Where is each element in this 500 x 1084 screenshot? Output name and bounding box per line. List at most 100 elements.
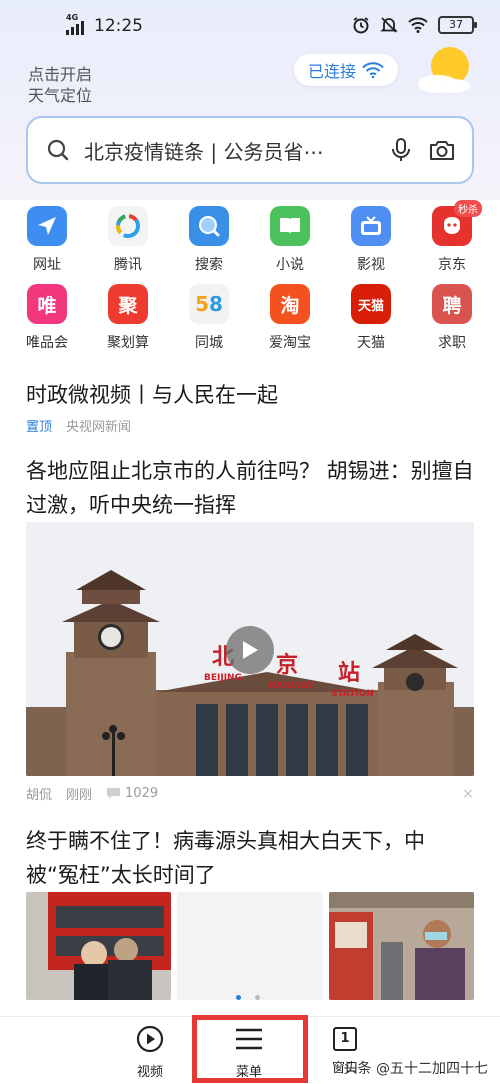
- navigation-arrow-icon: [27, 206, 67, 246]
- app-vip[interactable]: 唯 唯品会: [7, 284, 87, 352]
- tencent-news-icon: [108, 206, 148, 246]
- app-58-city[interactable]: 58 同城: [169, 284, 249, 352]
- station-sign-char: 站: [338, 661, 360, 686]
- article-title: 时政微视频丨与人民在一起: [26, 383, 278, 407]
- alarm-icon: [353, 17, 369, 34]
- app-label: 求职: [438, 335, 466, 351]
- app-label: 唯品会: [26, 335, 68, 351]
- vip-icon: 唯: [27, 284, 67, 324]
- app-label: 天猫: [357, 335, 385, 351]
- battery-icon: 37: [438, 16, 477, 34]
- clock: 12:25: [94, 16, 143, 36]
- weather-line-1: 点击开启: [28, 65, 93, 84]
- app-juhuasuan[interactable]: 聚 聚划算: [88, 284, 168, 352]
- comment-icon: [107, 788, 121, 799]
- 58-icon: 58: [189, 284, 229, 324]
- gallery-image-1[interactable]: [26, 892, 172, 1000]
- app-search[interactable]: 搜索: [169, 206, 249, 274]
- app-taobao[interactable]: 淘 爱淘宝: [250, 284, 330, 352]
- status-left: 4G 12:25: [66, 13, 143, 36]
- station-sign-text: STATION: [331, 689, 374, 699]
- app-novel[interactable]: 小说: [250, 206, 330, 274]
- weather-sun-cloud-icon[interactable]: [416, 44, 476, 96]
- app-url[interactable]: 网址: [7, 206, 87, 274]
- status-bar: 4G 12:25 37: [0, 12, 500, 42]
- comment-count-value: 1029: [125, 786, 159, 801]
- play-button[interactable]: [226, 626, 274, 674]
- play-icon: [243, 641, 258, 659]
- job-icon: 聘: [432, 284, 472, 324]
- app-tmall[interactable]: 天猫 天猫: [331, 284, 411, 352]
- tmall-icon: 天猫: [351, 284, 391, 324]
- window-count-icon: 1: [333, 1027, 357, 1051]
- menu-highlight-box: [192, 1015, 308, 1083]
- pinned-tag: 置顶: [26, 420, 53, 435]
- video-article-meta: 胡侃 刚刚 1029 ×: [26, 784, 474, 804]
- app-label: 爱淘宝: [269, 335, 311, 351]
- app-glyph: 聘: [442, 294, 462, 317]
- article-title: 终于瞒不住了！病毒源头真相大白天下，中被“冤枉”太长时间了: [26, 829, 425, 887]
- pager-dot: [255, 995, 260, 1000]
- dismiss-icon[interactable]: ×: [462, 786, 474, 802]
- wifi-icon: [362, 62, 384, 78]
- app-glyph: 唯: [37, 294, 57, 317]
- station-sign-char: 京: [276, 652, 298, 678]
- app-glyph: 天猫: [357, 298, 384, 314]
- app-label: 搜索: [195, 257, 223, 273]
- book-icon: [270, 206, 310, 246]
- gallery-pager: [236, 995, 260, 1000]
- comment-count[interactable]: 1029: [106, 786, 158, 801]
- article-source: 胡侃: [26, 788, 53, 803]
- search-icon: [189, 206, 229, 246]
- article-title: 各地应阻止北京市的人前往吗？ 胡锡进：别擅自过激，听中央统一指挥: [26, 459, 474, 517]
- app-glyph: 淘: [280, 294, 300, 317]
- mute-bell-icon: [380, 17, 398, 33]
- search-icon: [47, 139, 69, 161]
- gallery-image-3[interactable]: [328, 892, 474, 1000]
- app-label: 京东: [438, 257, 466, 273]
- article-time: 刚刚: [66, 788, 93, 803]
- video-article[interactable]: 各地应阻止北京市的人前往吗？ 胡锡进：别擅自过激，听中央统一指挥: [26, 454, 474, 522]
- camera-icon[interactable]: [428, 138, 456, 162]
- wifi-status-icon: [408, 17, 428, 33]
- app-glyph: 聚: [118, 294, 138, 317]
- weather-location-prompt[interactable]: 点击开启 天气定位: [28, 64, 92, 106]
- article-meta: 置顶 央视网新闻: [26, 416, 474, 435]
- gallery-article[interactable]: 终于瞒不住了！病毒源头真相大白天下，中被“冤枉”太长时间了: [26, 824, 474, 892]
- search-box[interactable]: 北京疫情链条 | 公务员省⋯: [26, 116, 474, 184]
- app-glyph: 58: [195, 292, 223, 316]
- app-label: 聚划算: [107, 335, 149, 351]
- taobao-icon: 淘: [270, 284, 310, 324]
- wifi-connected-pill[interactable]: 已连接: [294, 54, 398, 86]
- nav-video-label: 视频: [136, 1065, 163, 1080]
- jd-dog-icon: 秒杀: [432, 200, 482, 246]
- app-jobs[interactable]: 聘 求职: [412, 284, 492, 352]
- tv-icon: [351, 206, 391, 246]
- watermark: 头条 @五十二加四十七: [343, 1061, 488, 1077]
- app-jd[interactable]: 秒杀 京东: [412, 200, 492, 274]
- play-circle-icon: [136, 1025, 164, 1053]
- window-count: 1: [340, 1031, 350, 1046]
- station-sign-text: BEIJING: [204, 673, 242, 683]
- gallery-image-2[interactable]: [177, 892, 323, 1000]
- app-video[interactable]: 影视: [331, 206, 411, 274]
- app-tencent[interactable]: 腾讯: [88, 206, 168, 274]
- juhuasuan-icon: 聚: [108, 284, 148, 324]
- gallery-thumbnails[interactable]: [26, 892, 474, 1000]
- weather-line-2: 天气定位: [28, 86, 93, 105]
- app-label: 同城: [195, 335, 223, 351]
- cellular-signal-icon: 4G: [66, 13, 88, 35]
- article-source: 央视网新闻: [66, 420, 132, 435]
- flash-sale-badge: 秒杀: [454, 200, 482, 217]
- video-thumbnail[interactable]: 北 京 站 BEIJING RAILWAY STATION: [26, 522, 474, 776]
- app-label: 影视: [357, 257, 385, 273]
- wifi-label: 已连接: [307, 62, 356, 81]
- nav-video[interactable]: 视频: [136, 1025, 164, 1080]
- app-label: 腾讯: [114, 257, 142, 273]
- station-sign-text: RAILWAY: [269, 681, 314, 691]
- pager-dot-active: [236, 995, 241, 1000]
- app-label: 网址: [33, 257, 61, 273]
- pinned-article[interactable]: 时政微视频丨与人民在一起 置顶 央视网新闻: [26, 378, 474, 435]
- app-label: 小说: [276, 257, 304, 273]
- microphone-icon[interactable]: [390, 137, 412, 163]
